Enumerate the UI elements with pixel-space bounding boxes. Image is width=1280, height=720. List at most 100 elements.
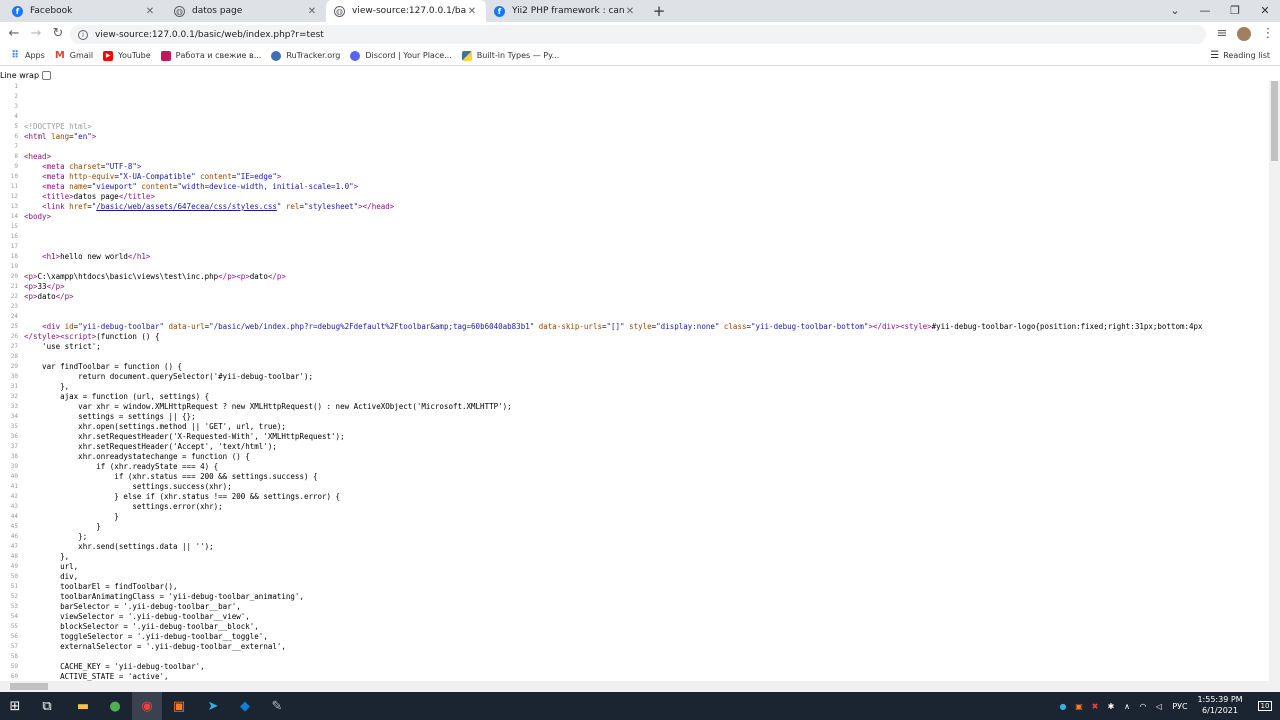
bookmark-work[interactable]: Работа и свежие в...: [160, 50, 262, 61]
info-icon[interactable]: i: [78, 29, 88, 40]
chrome-icon[interactable]: ◉: [132, 692, 162, 720]
source-line: <!DOCTYPE html>: [24, 122, 92, 131]
source-line: ajax = function (url, settings) {: [24, 392, 210, 401]
notifications-button[interactable]: 10: [1250, 692, 1280, 720]
line-number: 38: [10, 453, 18, 460]
line-number: 19: [10, 263, 18, 270]
new-tab-button[interactable]: +: [650, 2, 668, 20]
line-number: 32: [10, 393, 18, 400]
line-number: 36: [10, 433, 18, 440]
tab-facebook[interactable]: f Facebook ✕: [4, 0, 164, 22]
source-line: barSelector = '.yii-debug-toolbar__bar',: [24, 602, 241, 611]
line-number: 29: [10, 363, 18, 370]
network-tray-icon[interactable]: ✱: [1104, 692, 1118, 720]
line-number: 6: [14, 133, 18, 140]
task-view-icon[interactable]: ⧉: [32, 692, 62, 720]
line-number: 26: [10, 333, 18, 340]
work-icon: [160, 50, 171, 61]
bookmark-discord[interactable]: Discord | Your Place...: [350, 50, 452, 61]
window-close-button[interactable]: ✕: [1250, 0, 1280, 22]
source-line: toggleSelector = '.yii-debug-toolbar__to…: [24, 632, 268, 641]
source-line: };: [24, 532, 88, 541]
address-bar[interactable]: i view-source:127.0.0.1/basic/web/index.…: [70, 25, 1206, 44]
tools-tray-icon[interactable]: ✖: [1088, 692, 1102, 720]
bookmarks-bar: ⠿ Apps M Gmail ▶ YouTube Работа и свежие…: [0, 46, 1280, 66]
menu-kebab-icon[interactable]: ⋮: [1258, 24, 1278, 44]
bookmark-python[interactable]: Built-in Types — Py...: [461, 50, 559, 61]
line-number: 55: [10, 623, 18, 630]
reading-list-icon: ☰: [1210, 50, 1220, 61]
vertical-scrollbar[interactable]: [1269, 81, 1280, 681]
bookmark-apps[interactable]: ⠿ Apps: [10, 50, 45, 61]
language-indicator[interactable]: РУС: [1168, 692, 1192, 720]
wifi-icon[interactable]: ◠: [1136, 692, 1150, 720]
close-icon[interactable]: ✕: [144, 6, 156, 17]
source-line: xhr.onreadystatechange = function () {: [24, 452, 250, 461]
source-line: var findToolbar = function () {: [24, 362, 183, 371]
telegram-icon[interactable]: ➤: [198, 692, 228, 720]
telegram-tray-icon[interactable]: ●: [1056, 692, 1070, 720]
media-queue-icon[interactable]: ≡: [1212, 24, 1232, 44]
line-number: 21: [10, 283, 18, 290]
bookmark-gmail[interactable]: M Gmail: [55, 50, 93, 61]
vscode-icon[interactable]: ◆: [230, 692, 260, 720]
source-line: toolbarEl = findToolbar(),: [24, 582, 178, 591]
clock-date: 6/1/2021: [1202, 706, 1238, 715]
source-line: <div id="yii-debug-toolbar" data-url="/b…: [42, 322, 1203, 331]
tab-search-button[interactable]: ⌄: [1160, 0, 1190, 22]
reload-button[interactable]: ↻: [48, 24, 68, 44]
line-number: 20: [10, 273, 18, 280]
line-number: 56: [10, 633, 18, 640]
tab-yii2-question[interactable]: f Yii2 PHP framework : cant change ✕: [486, 0, 644, 22]
close-icon[interactable]: ✕: [624, 6, 636, 17]
line-number: 43: [10, 503, 18, 510]
line-number: 24: [10, 313, 18, 320]
line-number: 30: [10, 373, 18, 380]
line-number: 9: [14, 163, 18, 170]
chevron-up-icon[interactable]: ∧: [1120, 692, 1134, 720]
horizontal-scrollbar[interactable]: [0, 681, 1280, 692]
line-number: 7: [14, 143, 18, 150]
green-app-icon[interactable]: ●: [100, 692, 130, 720]
bookmark-label: Discord | Your Place...: [365, 51, 452, 60]
maximize-button[interactable]: ❐: [1220, 0, 1250, 22]
youtube-icon: ▶: [103, 50, 114, 61]
bookmark-rutracker[interactable]: RuTracker.org: [271, 50, 340, 61]
windows-start-icon[interactable]: ⊞: [0, 692, 30, 720]
xampp-icon[interactable]: ▣: [164, 692, 194, 720]
tab-view-source[interactable]: ◍ view-source:127.0.0.1/basic/web/ ✕: [326, 0, 486, 22]
source-line: xhr.setRequestHeader('Accept', 'text/htm…: [24, 442, 277, 451]
source-line: <meta charset="UTF-8">: [42, 162, 142, 171]
facebook-icon: f: [12, 5, 23, 17]
tab-datos-page[interactable]: ◍ datos page ✕: [166, 0, 326, 22]
source-line: <meta http-equiv="X-UA-Compatible" conte…: [42, 172, 282, 181]
profile-avatar[interactable]: [1234, 24, 1254, 44]
reading-list-button[interactable]: ☰ Reading list: [1210, 50, 1270, 61]
app-icon[interactable]: ✎: [262, 692, 292, 720]
file-explorer-icon[interactable]: ▬: [68, 692, 98, 720]
line-number: 12: [10, 193, 18, 200]
bookmark-label: Работа и свежие в...: [175, 51, 262, 60]
scrollbar-thumb[interactable]: [1271, 81, 1278, 161]
line-wrap-checkbox[interactable]: [42, 70, 52, 80]
minimize-button[interactable]: —: [1190, 0, 1220, 22]
line-number: 59: [10, 663, 18, 670]
line-number: 31: [10, 383, 18, 390]
scrollbar-thumb[interactable]: [10, 683, 48, 690]
xampp-tray-icon[interactable]: ▣: [1072, 692, 1086, 720]
taskbar-clock[interactable]: 1:55:39 PM 6/1/2021: [1195, 694, 1245, 716]
source-line: div,: [24, 572, 79, 581]
forward-button[interactable]: →: [26, 24, 46, 44]
source-line: <p>33</p>: [24, 282, 65, 291]
source-line: }: [24, 512, 119, 521]
volume-icon[interactable]: ◁: [1152, 692, 1166, 720]
line-wrap-label: Line wrap: [0, 70, 40, 80]
line-number: 52: [10, 593, 18, 600]
close-icon[interactable]: ✕: [306, 6, 318, 17]
line-number: 51: [10, 583, 18, 590]
bookmark-youtube[interactable]: ▶ YouTube: [103, 50, 151, 61]
close-icon[interactable]: ✕: [466, 6, 478, 17]
reading-list-label: Reading list: [1223, 51, 1270, 60]
back-button[interactable]: ←: [4, 24, 24, 44]
line-number: 25: [10, 323, 18, 330]
